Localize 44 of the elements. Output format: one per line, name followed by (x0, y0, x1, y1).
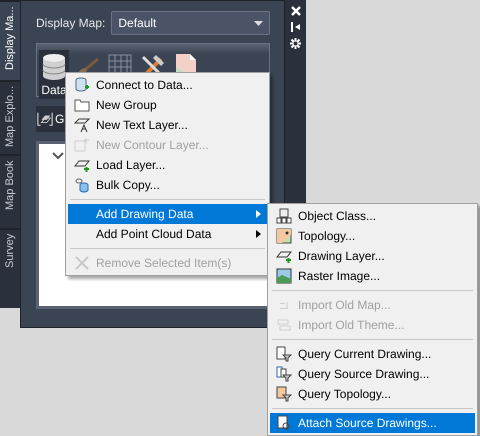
menu-item[interactable]: Bulk Copy... (68, 175, 267, 195)
side-tab[interactable]: Map Explo... (0, 80, 20, 154)
object-class-icon (276, 208, 292, 224)
landscape-image-icon (276, 268, 292, 284)
close-icon[interactable] (290, 6, 300, 16)
menu-item[interactable]: Add Drawing Data (68, 204, 267, 224)
layers-icon (37, 111, 53, 127)
database-plus-icon (74, 77, 90, 93)
menu-item[interactable]: Drawing Layer... (270, 246, 475, 266)
query-source-icon (276, 366, 292, 382)
menu-item[interactable]: Add Point Cloud Data (68, 224, 267, 244)
submenu-arrow-icon (256, 230, 261, 238)
menu-item[interactable]: New Text Layer... (68, 115, 267, 135)
menu-item[interactable]: Raster Image... (270, 266, 475, 286)
import-theme-icon (276, 317, 292, 333)
contour-layer-icon (74, 137, 90, 153)
text-layer-icon (74, 117, 90, 133)
side-tab[interactable]: Display Ma... (0, 0, 20, 80)
menu-item[interactable]: Object Class... (270, 206, 475, 226)
chevron-icon (52, 152, 64, 160)
side-tab[interactable]: Map Book (0, 154, 20, 228)
menu-item[interactable]: Connect to Data... (68, 75, 267, 95)
menu-item[interactable]: New Group (68, 95, 267, 115)
menu-item[interactable]: Load Layer... (68, 155, 267, 175)
display-map-label: Display Map: (36, 16, 106, 30)
topology-icon (276, 228, 292, 244)
query-topology-icon (276, 386, 292, 402)
close-icon (74, 255, 90, 271)
copy-icon (74, 177, 90, 193)
attach-drawing-icon (276, 415, 292, 431)
menu-item[interactable]: Query Source Drawing... (270, 364, 475, 384)
dropdown-caret-icon (254, 20, 263, 26)
settings-icon[interactable] (290, 38, 301, 49)
menu-item[interactable]: Query Current Drawing... (270, 344, 475, 364)
layer-button[interactable]: G (36, 106, 66, 132)
query-drawing-icon (276, 346, 292, 362)
menu-item[interactable]: Attach Source Drawings... (270, 413, 475, 433)
submenu-arrow-icon (256, 210, 261, 218)
auto-hide-icon[interactable] (290, 22, 300, 32)
menu-item[interactable]: Query Topology... (270, 384, 475, 404)
import-map-icon (280, 302, 288, 308)
side-tab[interactable]: Survey (0, 228, 20, 308)
display-map-dropdown[interactable]: Default (111, 11, 270, 35)
menu-item[interactable]: Topology... (270, 226, 475, 246)
